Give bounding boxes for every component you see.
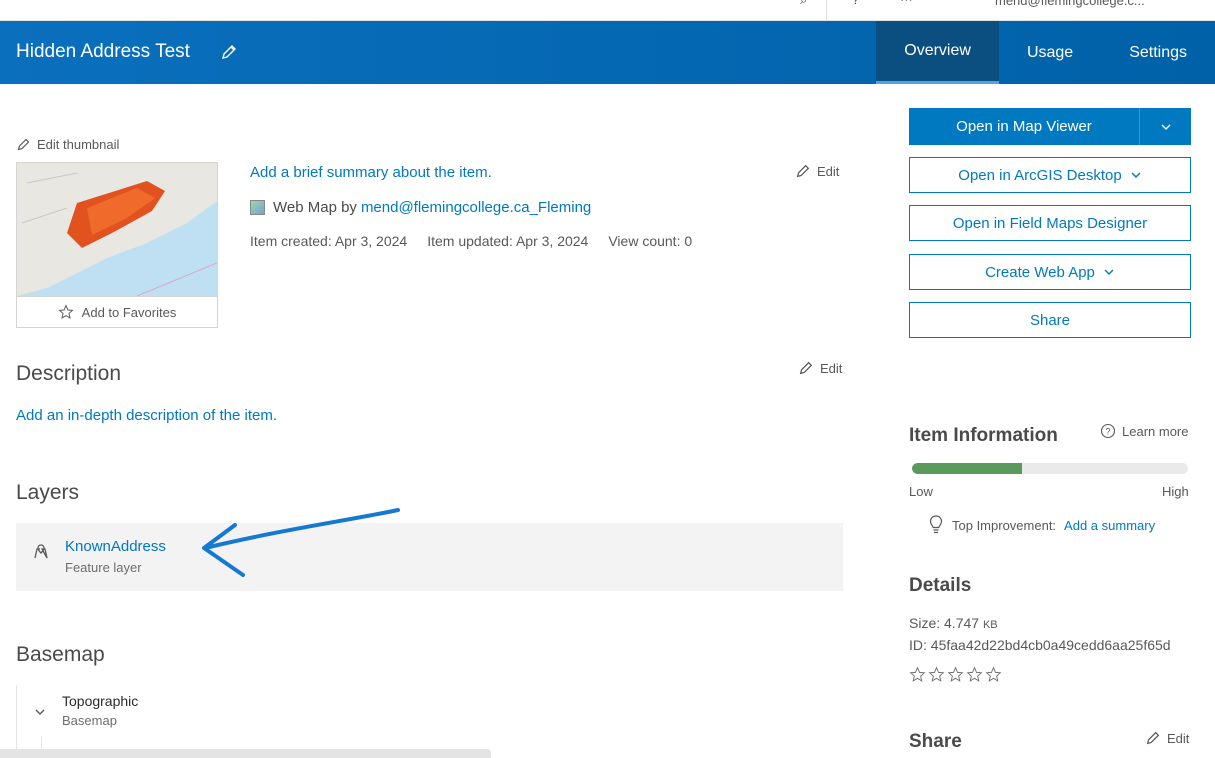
chevron-down-icon[interactable] — [33, 705, 47, 719]
add-summary-link[interactable]: Add a brief summary about the item. — [250, 164, 492, 181]
learn-more-link[interactable]: ? Learn more — [1100, 423, 1188, 439]
add-description-link[interactable]: Add an in-depth description of the item. — [16, 407, 277, 424]
item-tabs: Overview Usage Settings — [876, 21, 1215, 84]
edit-thumbnail-label: Edit thumbnail — [37, 137, 120, 152]
thumbnail-card: Add to Favorites — [16, 162, 218, 328]
details-heading: Details — [909, 575, 972, 596]
svg-text:?: ? — [1105, 427, 1110, 437]
size-unit: KB — [982, 619, 998, 631]
create-web-app-label: Create Web App — [985, 263, 1095, 281]
item-info-meter-fill — [912, 463, 1023, 474]
open-field-maps-label: Open in Field Maps Designer — [952, 214, 1148, 232]
item-id: ID: 45faa42d22bd4cb0a49cedd6aa25f65d — [909, 637, 1171, 653]
global-header: ⌕ ? ⋯ mend@flemingcollege.c... — [0, 0, 1215, 21]
layer-row[interactable]: KnownAddress Feature layer — [16, 523, 843, 591]
browser-status-bar — [0, 749, 491, 758]
description-edit-button[interactable]: Edit — [798, 360, 842, 376]
favorites-label: Add to Favorites — [81, 304, 177, 320]
star-icon[interactable] — [928, 666, 945, 683]
user-name[interactable]: mend@flemingcollege.c... — [995, 0, 1145, 8]
layer-name-link[interactable]: KnownAddress — [65, 538, 166, 555]
open-map-viewer-button[interactable]: Open in Map Viewer — [909, 108, 1191, 145]
search-icon[interactable]: ⌕ — [800, 0, 807, 8]
pencil-icon[interactable] — [220, 43, 238, 61]
edit-label: Edit — [820, 360, 843, 376]
help-icon[interactable]: ? — [852, 0, 859, 7]
star-icon — [58, 304, 74, 319]
share-heading: Share — [909, 731, 962, 752]
page-title: Hidden Address Test — [16, 41, 190, 62]
tab-usage[interactable]: Usage — [999, 21, 1101, 84]
item-type-line: Web Map by mend@flemingcollege.ca_Flemin… — [250, 199, 591, 216]
basemap-heading: Basemap — [16, 643, 105, 666]
owner-link[interactable]: mend@flemingcollege.ca_Fleming — [361, 199, 591, 216]
basemap-tree: Topographic Basemap — [16, 685, 316, 758]
pencil-icon — [796, 164, 810, 178]
pencil-icon — [1146, 731, 1160, 745]
meter-low-label: Low — [909, 484, 933, 499]
pencil-icon — [799, 361, 813, 375]
web-map-icon — [250, 200, 265, 215]
open-map-viewer-label[interactable]: Open in Map Viewer — [909, 108, 1139, 145]
tab-settings[interactable]: Settings — [1101, 21, 1215, 84]
lightbulb-icon — [929, 515, 943, 534]
basemap-name: Topographic — [62, 693, 139, 709]
meter-high-label: High — [1162, 484, 1189, 499]
map-viewer-dropdown[interactable] — [1139, 108, 1191, 145]
view-count: View count: 0 — [608, 233, 693, 249]
layers-heading: Layers — [16, 481, 80, 504]
star-icon[interactable] — [947, 666, 964, 683]
map-thumbnail[interactable] — [17, 163, 217, 296]
pencil-icon — [17, 138, 30, 151]
annotation-arrow-icon — [202, 508, 400, 577]
rating-stars[interactable] — [909, 666, 1002, 683]
star-icon[interactable] — [909, 666, 926, 683]
chevron-down-icon — [1161, 124, 1170, 130]
item-size: Size: 4.747 KB — [909, 615, 998, 631]
top-improvement: Top Improvement: Add a summary — [928, 514, 1155, 536]
summary-edit-button[interactable]: Edit — [795, 163, 839, 179]
learn-more-label: Learn more — [1122, 423, 1189, 439]
basemap-type: Basemap — [62, 713, 117, 728]
edit-label: Edit — [1167, 730, 1190, 746]
edit-thumbnail-button[interactable]: Edit thumbnail — [16, 137, 119, 152]
feature-layer-icon — [34, 544, 48, 559]
updated-date: Item updated: Apr 3, 2024 — [427, 233, 589, 249]
created-date: Item created: Apr 3, 2024 — [250, 233, 408, 249]
star-icon[interactable] — [985, 666, 1002, 683]
item-info-meter — [912, 463, 1188, 474]
create-web-app-button[interactable]: Create Web App — [909, 254, 1191, 290]
edit-label: Edit — [817, 163, 840, 179]
layer-type: Feature layer — [65, 560, 142, 575]
item-type: Web Map by — [273, 199, 357, 216]
share-label: Share — [1029, 311, 1071, 329]
add-summary-improvement-link[interactable]: Add a summary — [1064, 518, 1155, 533]
description-heading: Description — [16, 362, 122, 385]
chevron-down-icon — [1104, 269, 1114, 275]
top-improvement-label: Top Improvement: — [952, 517, 1057, 533]
size-value: Size: 4.747 — [909, 615, 980, 631]
star-icon[interactable] — [966, 666, 983, 683]
open-field-maps-button[interactable]: Open in Field Maps Designer — [909, 205, 1191, 241]
share-edit-button[interactable]: Edit — [1145, 730, 1189, 746]
item-meta: Item created: Apr 3, 2024 Item updated: … — [250, 233, 692, 249]
item-information-heading: Item Information — [909, 425, 1058, 446]
chevron-down-icon — [1131, 172, 1141, 178]
item-header: Hidden Address Test Overview Usage Setti… — [0, 21, 1215, 84]
tab-overview[interactable]: Overview — [876, 21, 999, 84]
apps-icon[interactable]: ⋯ — [900, 0, 913, 8]
open-arcgis-desktop-button[interactable]: Open in ArcGIS Desktop — [909, 157, 1191, 193]
open-arcgis-desktop-label: Open in ArcGIS Desktop — [958, 166, 1122, 184]
add-to-favorites-button[interactable]: Add to Favorites — [17, 296, 217, 327]
share-button[interactable]: Share — [909, 302, 1191, 338]
question-circle-icon: ? — [1100, 423, 1116, 439]
header-divider — [826, 0, 827, 20]
